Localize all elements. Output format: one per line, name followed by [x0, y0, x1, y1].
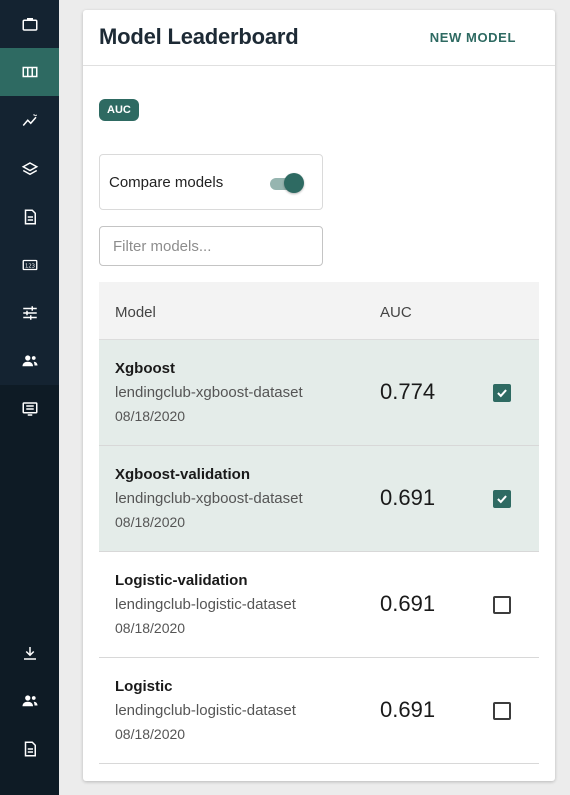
download-icon: [23, 647, 36, 660]
users-icon: [22, 355, 37, 367]
sidebar: 123: [0, 0, 59, 795]
row-checkbox[interactable]: [493, 384, 511, 402]
model-dataset: lendingclub-xgboost-dataset: [115, 384, 303, 401]
sidebar-item-insights[interactable]: [0, 97, 59, 145]
checkmark-icon: [497, 495, 507, 504]
model-name: Logistic-validation: [115, 572, 248, 589]
table-row[interactable]: Logistic-validation lendingclub-logistic…: [99, 552, 539, 658]
sidebar-item-docs[interactable]: [0, 725, 59, 773]
table-row[interactable]: Logistic lendingclub-logistic-dataset 08…: [99, 658, 539, 764]
briefcase-icon: [22, 18, 37, 31]
model-auc: 0.691: [380, 485, 436, 510]
page-title: Model Leaderboard: [99, 24, 299, 49]
model-date: 08/18/2020: [115, 408, 186, 424]
layers-icon: [21, 162, 38, 176]
leaderboard-panel: Model Leaderboard NEW MODEL AUC Compare …: [83, 10, 555, 781]
sidebar-item-numbers[interactable]: 123: [0, 241, 59, 289]
sidebar-item-documents[interactable]: [0, 193, 59, 241]
new-model-button[interactable]: NEW MODEL: [430, 30, 516, 45]
document-icon: [24, 741, 36, 757]
model-date: 08/18/2020: [115, 620, 186, 636]
model-name: Xgboost: [115, 360, 175, 377]
model-auc: 0.774: [380, 379, 436, 404]
toggle-thumb: [284, 173, 304, 193]
compare-models-toggle[interactable]: [268, 171, 306, 195]
sidebar-item-projects[interactable]: [0, 0, 59, 48]
sidebar-item-leaderboard[interactable]: [0, 48, 59, 96]
sidebar-item-layers[interactable]: [0, 145, 59, 193]
monitor-list-icon: [22, 402, 37, 416]
model-name: Xgboost-validation: [115, 466, 250, 483]
model-auc: 0.691: [380, 591, 436, 616]
columns-icon: [22, 66, 37, 78]
metric-chip[interactable]: AUC: [99, 99, 139, 121]
sidebar-item-users[interactable]: [0, 677, 59, 725]
checkmark-icon: [497, 389, 507, 398]
sidebar-item-team[interactable]: [0, 337, 59, 385]
users-icon: [22, 695, 37, 707]
table-row[interactable]: Xgboost lendingclub-xgboost-dataset 08/1…: [99, 340, 539, 446]
sidebar-item-monitor[interactable]: [0, 385, 59, 433]
sidebar-item-download[interactable]: [0, 629, 59, 677]
row-checkbox[interactable]: [493, 702, 511, 720]
svg-text:123: 123: [24, 263, 34, 269]
column-header-auc: AUC: [380, 304, 412, 321]
numbers-icon: 123: [22, 259, 37, 271]
compare-models-box: Compare models: [99, 154, 323, 210]
column-header-model: Model: [115, 304, 156, 321]
row-checkbox[interactable]: [493, 596, 511, 614]
row-checkbox[interactable]: [493, 490, 511, 508]
table-header: Model AUC: [99, 282, 539, 340]
document-icon: [24, 209, 36, 225]
filter-models-input[interactable]: [99, 226, 323, 266]
model-date: 08/18/2020: [115, 514, 186, 530]
compare-models-label: Compare models: [109, 174, 224, 191]
chart-line-icon: [22, 113, 37, 126]
panel-header: Model Leaderboard NEW MODEL: [83, 10, 555, 66]
model-dataset: lendingclub-logistic-dataset: [115, 702, 296, 719]
table-row[interactable]: Xgboost-validation lendingclub-xgboost-d…: [99, 446, 539, 552]
model-dataset: lendingclub-logistic-dataset: [115, 596, 296, 613]
model-dataset: lendingclub-xgboost-dataset: [115, 490, 303, 507]
sidebar-item-settings[interactable]: [0, 289, 59, 337]
model-date: 08/18/2020: [115, 726, 186, 742]
sliders-icon: [22, 306, 37, 320]
model-auc: 0.691: [380, 697, 436, 722]
leaderboard-table: Model AUC Xgboost lendingclub-xgboost-da…: [99, 282, 539, 764]
model-name: Logistic: [115, 678, 173, 695]
